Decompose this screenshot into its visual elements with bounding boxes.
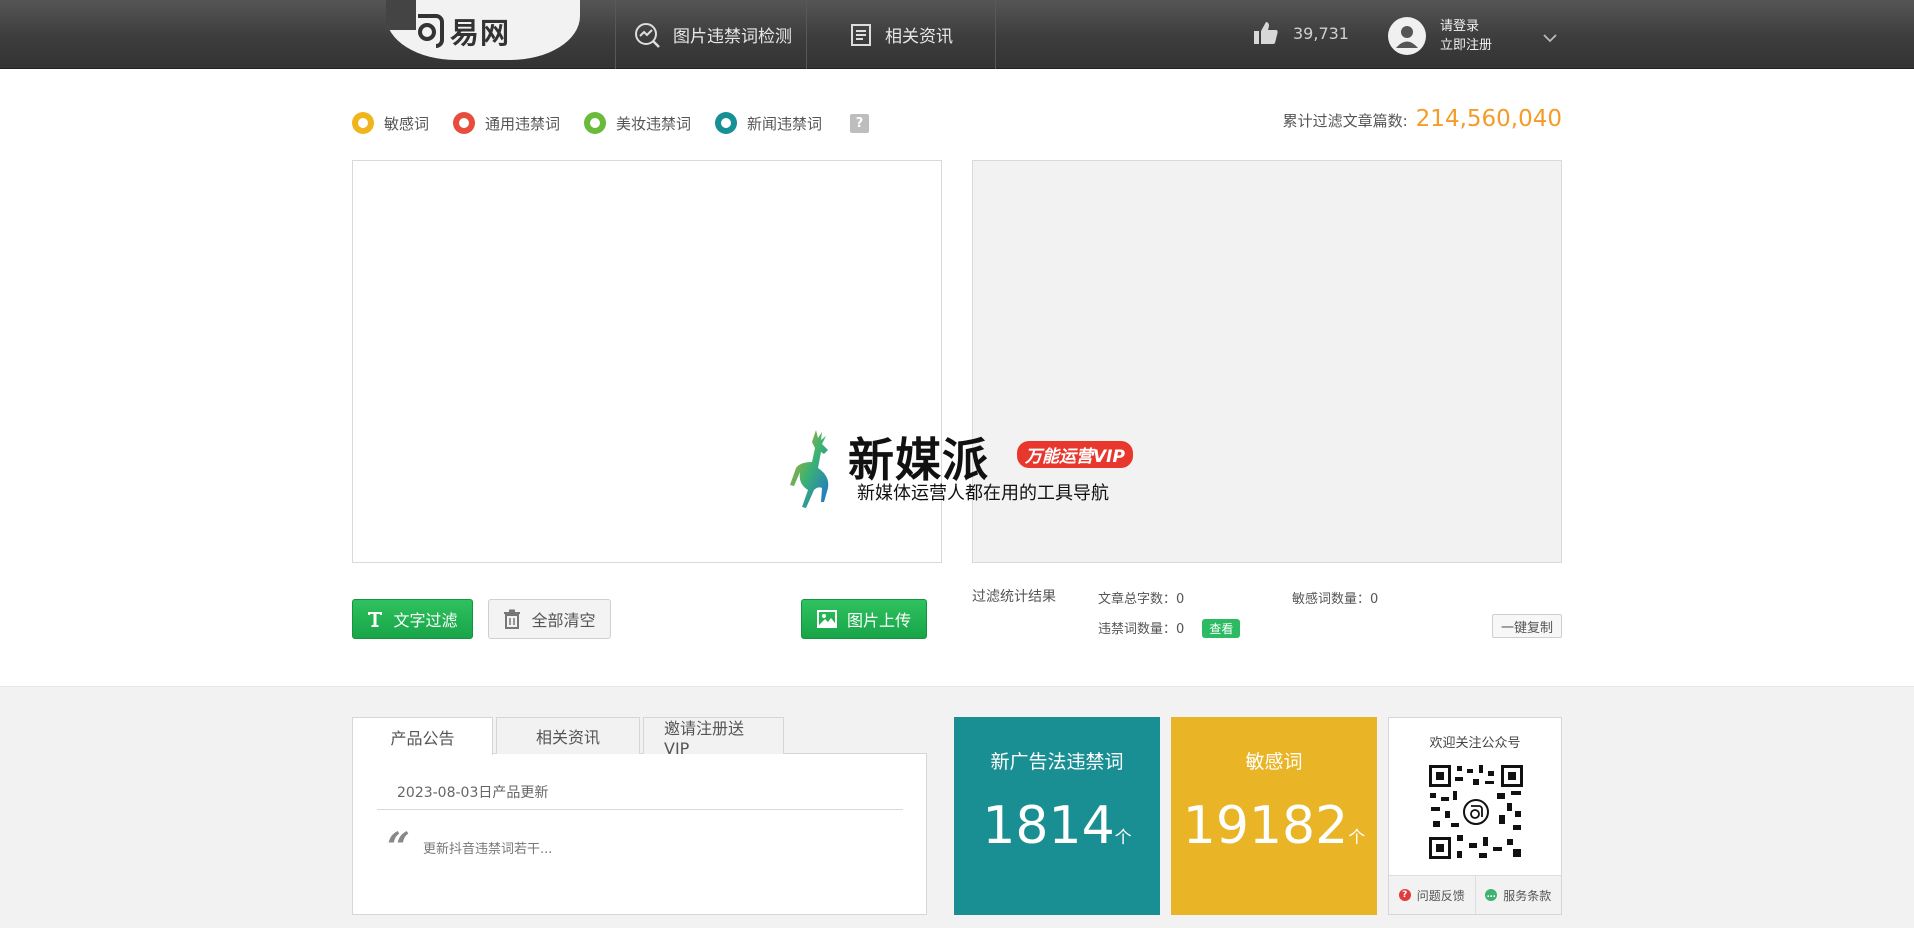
nav-news[interactable]: 相关资讯 <box>849 0 953 69</box>
user-icon <box>1396 26 1418 48</box>
image-upload-button[interactable]: 图片上传 <box>801 599 927 639</box>
banned-count-stat: 违禁词数量：0 查看 <box>1098 618 1241 638</box>
card-count: 19182个 <box>1171 796 1377 856</box>
option-beauty-banned[interactable]: 美妆违禁词 <box>584 112 691 134</box>
notice-panel: 2023-08-03日产品更新 “ 更新抖音违禁词若干... 产品公告 相关资讯… <box>352 717 927 915</box>
nav-divider <box>615 0 616 69</box>
option-label: 美妆违禁词 <box>616 114 692 133</box>
quote-icon: “ <box>387 824 411 871</box>
watermark-subtitle: 新媒体运营人都在用的工具导航 <box>857 483 1109 504</box>
qr-code-image <box>1427 763 1525 861</box>
nav-image-detect-label: 图片违禁词检测 <box>673 27 792 47</box>
nav-image-detect[interactable]: 图片违禁词检测 <box>633 0 792 69</box>
feedback-label: 问题反馈 <box>1416 888 1465 903</box>
trash-icon <box>504 609 521 629</box>
card-title: 敏感词 <box>1245 751 1303 773</box>
sensitive-words-card[interactable]: 敏感词 19182个 <box>1171 717 1377 915</box>
clear-all-button[interactable]: 全部清空 <box>488 599 611 639</box>
feedback-link[interactable]: ? 问题反馈 <box>1389 876 1476 914</box>
watermark-badge: 万能运营VIP <box>1017 441 1133 468</box>
option-news-banned[interactable]: 新闻违禁词 <box>715 112 822 134</box>
radio-beauty-banned[interactable] <box>584 112 607 134</box>
qr-footer: ? 问题反馈 … 服务条款 <box>1389 875 1561 914</box>
card-count-value: 19182 <box>1182 796 1349 856</box>
option-sensitive[interactable]: 敏感词 <box>352 112 429 134</box>
thumbs-up-icon <box>1254 22 1278 44</box>
filter-options: 敏感词 通用违禁词 美妆违禁词 新闻违禁词 ? <box>352 112 870 134</box>
clear-all-label: 全部清空 <box>531 611 596 630</box>
nav-divider <box>995 0 996 69</box>
nav-news-label: 相关资讯 <box>885 27 953 47</box>
card-title: 新广告法违禁词 <box>990 751 1124 773</box>
site-logo[interactable]: 易网 <box>386 0 580 60</box>
card-unit: 个 <box>1114 828 1132 848</box>
option-label: 新闻违禁词 <box>747 114 823 133</box>
wechat-qr-panel: 欢迎关注公众号 ? 问题反馈 … 服务条款 <box>1388 717 1562 915</box>
notice-content: 2023-08-03日产品更新 “ 更新抖音违禁词若干... <box>352 753 927 915</box>
ad-law-words-card[interactable]: 新广告法违禁词 1814个 <box>954 717 1160 915</box>
total-label: 累计过滤文章篇数: <box>1282 112 1408 130</box>
like-count: 39,731 <box>1293 23 1349 43</box>
image-scan-icon <box>635 22 660 48</box>
text-icon <box>368 612 383 627</box>
nav-divider <box>806 0 807 69</box>
tab-invite-vip[interactable]: 邀请注册送VIP <box>643 717 784 758</box>
image-icon <box>816 610 837 628</box>
card-count-value: 1814 <box>982 796 1115 856</box>
logo-icon <box>418 14 444 48</box>
logo-text: 易网 <box>450 16 511 50</box>
filter-stats-title: 过滤统计结果 <box>972 589 1056 605</box>
divider <box>377 809 903 810</box>
terms-link[interactable]: … 服务条款 <box>1476 876 1562 914</box>
radio-general-banned[interactable] <box>453 112 476 134</box>
text-filter-button[interactable]: 文字过滤 <box>352 599 473 639</box>
question-icon: ? <box>1398 889 1411 901</box>
register-link[interactable]: 立即注册 <box>1440 36 1492 55</box>
tab-product-notice[interactable]: 产品公告 <box>352 717 493 755</box>
image-upload-label: 图片上传 <box>846 611 911 630</box>
text-filter-label: 文字过滤 <box>393 611 458 630</box>
banned-count-text: 违禁词数量：0 <box>1098 622 1185 637</box>
login-link[interactable]: 请登录 <box>1440 17 1492 36</box>
tab-related-news[interactable]: 相关资讯 <box>496 717 640 754</box>
chevron-down-icon[interactable] <box>1543 33 1557 43</box>
total-filtered: 累计过滤文章篇数: 214,560,040 <box>1283 106 1562 132</box>
view-button[interactable]: 查看 <box>1202 619 1241 638</box>
notice-tabs: 产品公告 相关资讯 邀请注册送VIP <box>352 717 787 758</box>
help-icon[interactable]: ? <box>850 113 870 133</box>
terms-label: 服务条款 <box>1503 888 1552 903</box>
option-label: 通用违禁词 <box>485 114 561 133</box>
card-unit: 个 <box>1348 828 1366 848</box>
chat-icon: … <box>1485 889 1498 901</box>
radio-sensitive[interactable] <box>352 112 374 134</box>
user-menu[interactable]: 请登录 立即注册 <box>1388 17 1492 55</box>
card-count: 1814个 <box>954 796 1160 856</box>
total-value: 214,560,040 <box>1415 106 1562 132</box>
like-counter[interactable]: 39,731 <box>1253 20 1349 46</box>
news-doc-icon <box>851 23 871 46</box>
deer-logo-icon <box>790 430 829 508</box>
radio-news-banned[interactable] <box>715 112 738 134</box>
watermark-overlay: 新媒派 万能运营VIP 新媒体运营人都在用的工具导航 <box>788 424 1148 514</box>
total-chars-stat: 文章总字数：0 <box>1098 592 1185 607</box>
qr-title: 欢迎关注公众号 <box>1429 736 1521 751</box>
top-navbar: 易网 图片违禁词检测 相关资讯 39,731 请登录 立即注册 <box>0 0 1914 69</box>
sensitive-count-stat: 敏感词数量：0 <box>1292 592 1379 607</box>
notice-date[interactable]: 2023-08-03日产品更新 <box>397 782 548 802</box>
notice-text[interactable]: 更新抖音违禁词若干... <box>423 838 552 857</box>
copy-all-button[interactable]: 一键复制 <box>1492 614 1562 638</box>
option-general-banned[interactable]: 通用违禁词 <box>453 112 560 134</box>
avatar <box>1388 17 1426 55</box>
option-label: 敏感词 <box>384 114 430 133</box>
